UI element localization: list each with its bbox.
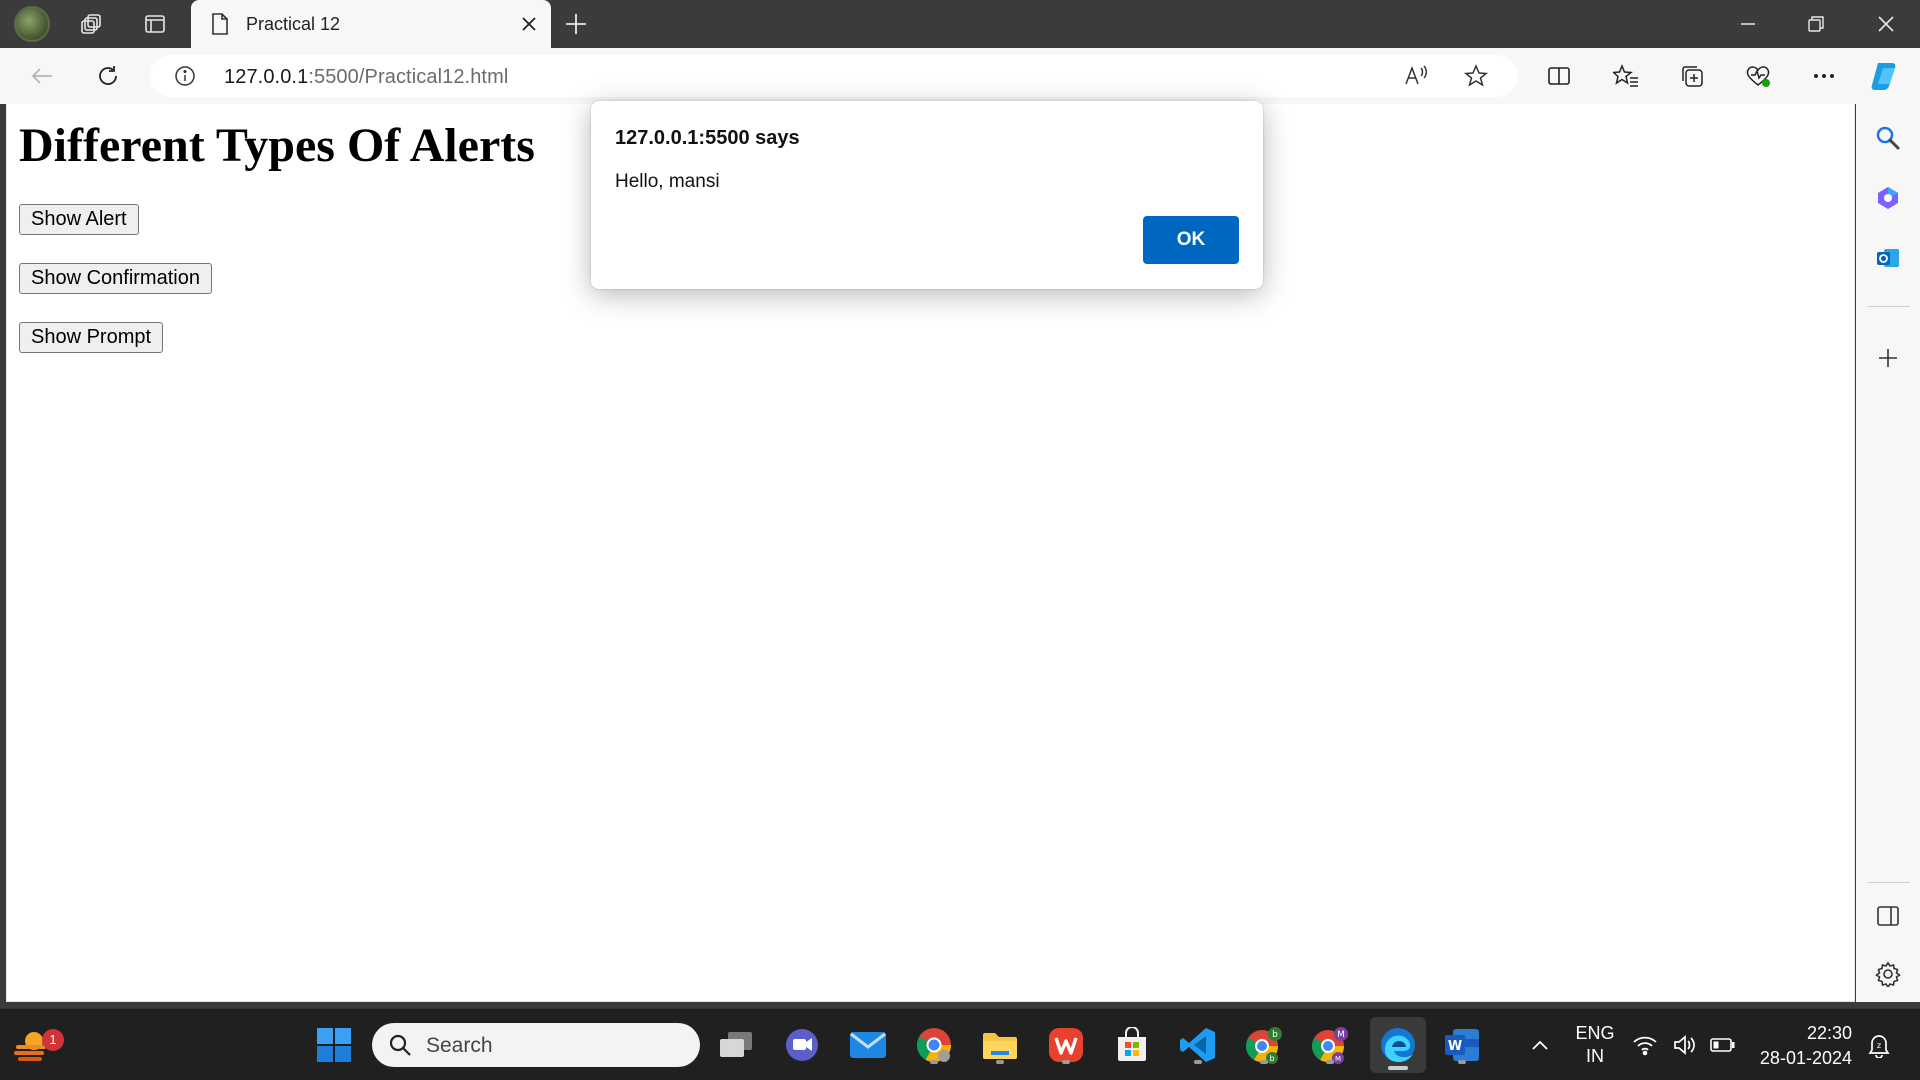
taskbar: 1 Search bb MM W ENG IN 22:30 28-01-2024… bbox=[0, 1008, 1920, 1080]
tab-actions-icon[interactable] bbox=[137, 6, 173, 42]
restore-icon[interactable] bbox=[1782, 0, 1850, 48]
svg-text:M: M bbox=[1335, 1055, 1341, 1063]
ok-button[interactable]: OK bbox=[1143, 216, 1239, 264]
language-indicator[interactable]: ENG IN bbox=[1570, 1023, 1620, 1067]
new-tab-icon[interactable] bbox=[558, 6, 594, 42]
task-view-icon[interactable] bbox=[714, 1023, 758, 1067]
hide-sidebar-icon[interactable] bbox=[1870, 898, 1906, 934]
notification-badge: 1 bbox=[42, 1029, 64, 1051]
clock[interactable]: 22:30 28-01-2024 bbox=[1752, 1023, 1852, 1069]
page-file-icon bbox=[210, 12, 230, 41]
show-alert-button[interactable]: Show Alert bbox=[19, 204, 139, 235]
url-path: :5500/Practical12.html bbox=[308, 66, 509, 88]
start-windows-icon[interactable] bbox=[312, 1023, 356, 1067]
title-bar: Practical 12 bbox=[0, 0, 1920, 48]
refresh-icon[interactable] bbox=[90, 58, 126, 94]
sidebar-divider bbox=[1868, 882, 1910, 883]
chrome-icon[interactable] bbox=[912, 1023, 956, 1067]
svg-text:b: b bbox=[1272, 1030, 1278, 1040]
split-screen-icon[interactable] bbox=[1541, 58, 1577, 94]
settings-gear-icon[interactable] bbox=[1870, 956, 1906, 992]
clock-time: 22:30 bbox=[1806, 1023, 1852, 1043]
svg-text:M: M bbox=[1337, 1030, 1345, 1040]
sidebar-divider bbox=[1868, 306, 1910, 307]
battery-icon[interactable] bbox=[1708, 1023, 1738, 1067]
widgets-weather-icon[interactable]: 1 bbox=[10, 1023, 64, 1067]
copilot-icon[interactable] bbox=[1868, 58, 1904, 94]
profile-avatar[interactable] bbox=[14, 6, 50, 42]
tab-close-icon[interactable] bbox=[517, 12, 541, 36]
running-indicator bbox=[1326, 1060, 1334, 1064]
dialog-message: Hello, mansi bbox=[615, 171, 720, 192]
show-confirmation-button[interactable]: Show Confirmation bbox=[19, 263, 212, 294]
tab-practical-12[interactable]: Practical 12 bbox=[191, 0, 551, 48]
chrome-profile-m-icon[interactable]: MM bbox=[1308, 1023, 1352, 1067]
url-host: 127.0.0.1 bbox=[224, 66, 309, 88]
outlook-icon[interactable] bbox=[1870, 240, 1906, 276]
svg-text:b: b bbox=[1269, 1054, 1274, 1063]
navigation-bar: 127.0.0.1:5500/Practical12.html bbox=[0, 48, 1920, 104]
microsoft-store-icon[interactable] bbox=[1110, 1023, 1154, 1067]
teams-chat-icon[interactable] bbox=[780, 1023, 824, 1067]
minimize-icon[interactable] bbox=[1714, 0, 1782, 48]
show-prompt-button[interactable]: Show Prompt bbox=[19, 322, 164, 353]
show-hidden-icons-chevron-icon[interactable] bbox=[1518, 1023, 1562, 1067]
more-options-icon[interactable] bbox=[1806, 58, 1842, 94]
collections-icon[interactable] bbox=[1674, 58, 1710, 94]
page-heading: Different Types Of Alerts bbox=[19, 119, 535, 172]
wifi-icon[interactable] bbox=[1630, 1023, 1660, 1067]
read-aloud-icon[interactable] bbox=[1404, 64, 1430, 93]
wps-office-icon[interactable] bbox=[1044, 1023, 1088, 1067]
mail-icon[interactable] bbox=[846, 1023, 890, 1067]
search-icon bbox=[388, 1033, 412, 1062]
running-indicator bbox=[1458, 1060, 1466, 1064]
file-explorer-icon[interactable] bbox=[978, 1023, 1022, 1067]
notifications-bell-icon[interactable]: z bbox=[1864, 1023, 1894, 1067]
vscode-icon[interactable] bbox=[1176, 1023, 1220, 1067]
running-indicator bbox=[930, 1060, 938, 1064]
close-window-icon[interactable] bbox=[1852, 0, 1920, 48]
running-indicator bbox=[1062, 1060, 1070, 1064]
url-text: 127.0.0.1:5500/Practical12.html bbox=[224, 66, 508, 89]
workspaces-icon[interactable] bbox=[74, 6, 110, 42]
running-indicator bbox=[1260, 1060, 1268, 1064]
site-info-icon[interactable] bbox=[174, 65, 196, 92]
favorite-star-icon[interactable] bbox=[1464, 64, 1488, 93]
alert-dialog: 127.0.0.1:5500 says Hello, mansi OK bbox=[591, 101, 1263, 289]
language-code: ENG bbox=[1575, 1023, 1615, 1043]
taskbar-search[interactable]: Search bbox=[372, 1023, 700, 1067]
favorites-icon[interactable] bbox=[1608, 58, 1644, 94]
address-bar[interactable]: 127.0.0.1:5500/Practical12.html bbox=[150, 55, 1518, 97]
clock-date: 28-01-2024 bbox=[1759, 1048, 1852, 1068]
running-indicator bbox=[996, 1060, 1004, 1064]
dialog-title: 127.0.0.1:5500 says bbox=[615, 127, 800, 149]
edge-icon[interactable] bbox=[1370, 1017, 1426, 1073]
active-indicator bbox=[1388, 1066, 1408, 1070]
svg-text:W: W bbox=[1448, 1039, 1462, 1054]
word-icon[interactable]: W bbox=[1440, 1023, 1484, 1067]
region-code: IN bbox=[1586, 1046, 1604, 1066]
search-icon[interactable] bbox=[1870, 120, 1906, 156]
tab-title: Practical 12 bbox=[246, 14, 341, 34]
edge-sidebar bbox=[1856, 104, 1920, 1002]
volume-icon[interactable] bbox=[1670, 1023, 1700, 1067]
copilot-apps-icon[interactable] bbox=[1870, 180, 1906, 216]
add-sidebar-app-icon[interactable] bbox=[1870, 340, 1906, 376]
running-indicator bbox=[1194, 1060, 1202, 1064]
search-placeholder: Search bbox=[426, 1034, 493, 1057]
back-icon[interactable] bbox=[24, 58, 60, 94]
browser-essentials-icon[interactable] bbox=[1740, 58, 1776, 94]
svg-text:z: z bbox=[1877, 1041, 1881, 1050]
chrome-profile-b-icon[interactable]: bb bbox=[1242, 1023, 1286, 1067]
